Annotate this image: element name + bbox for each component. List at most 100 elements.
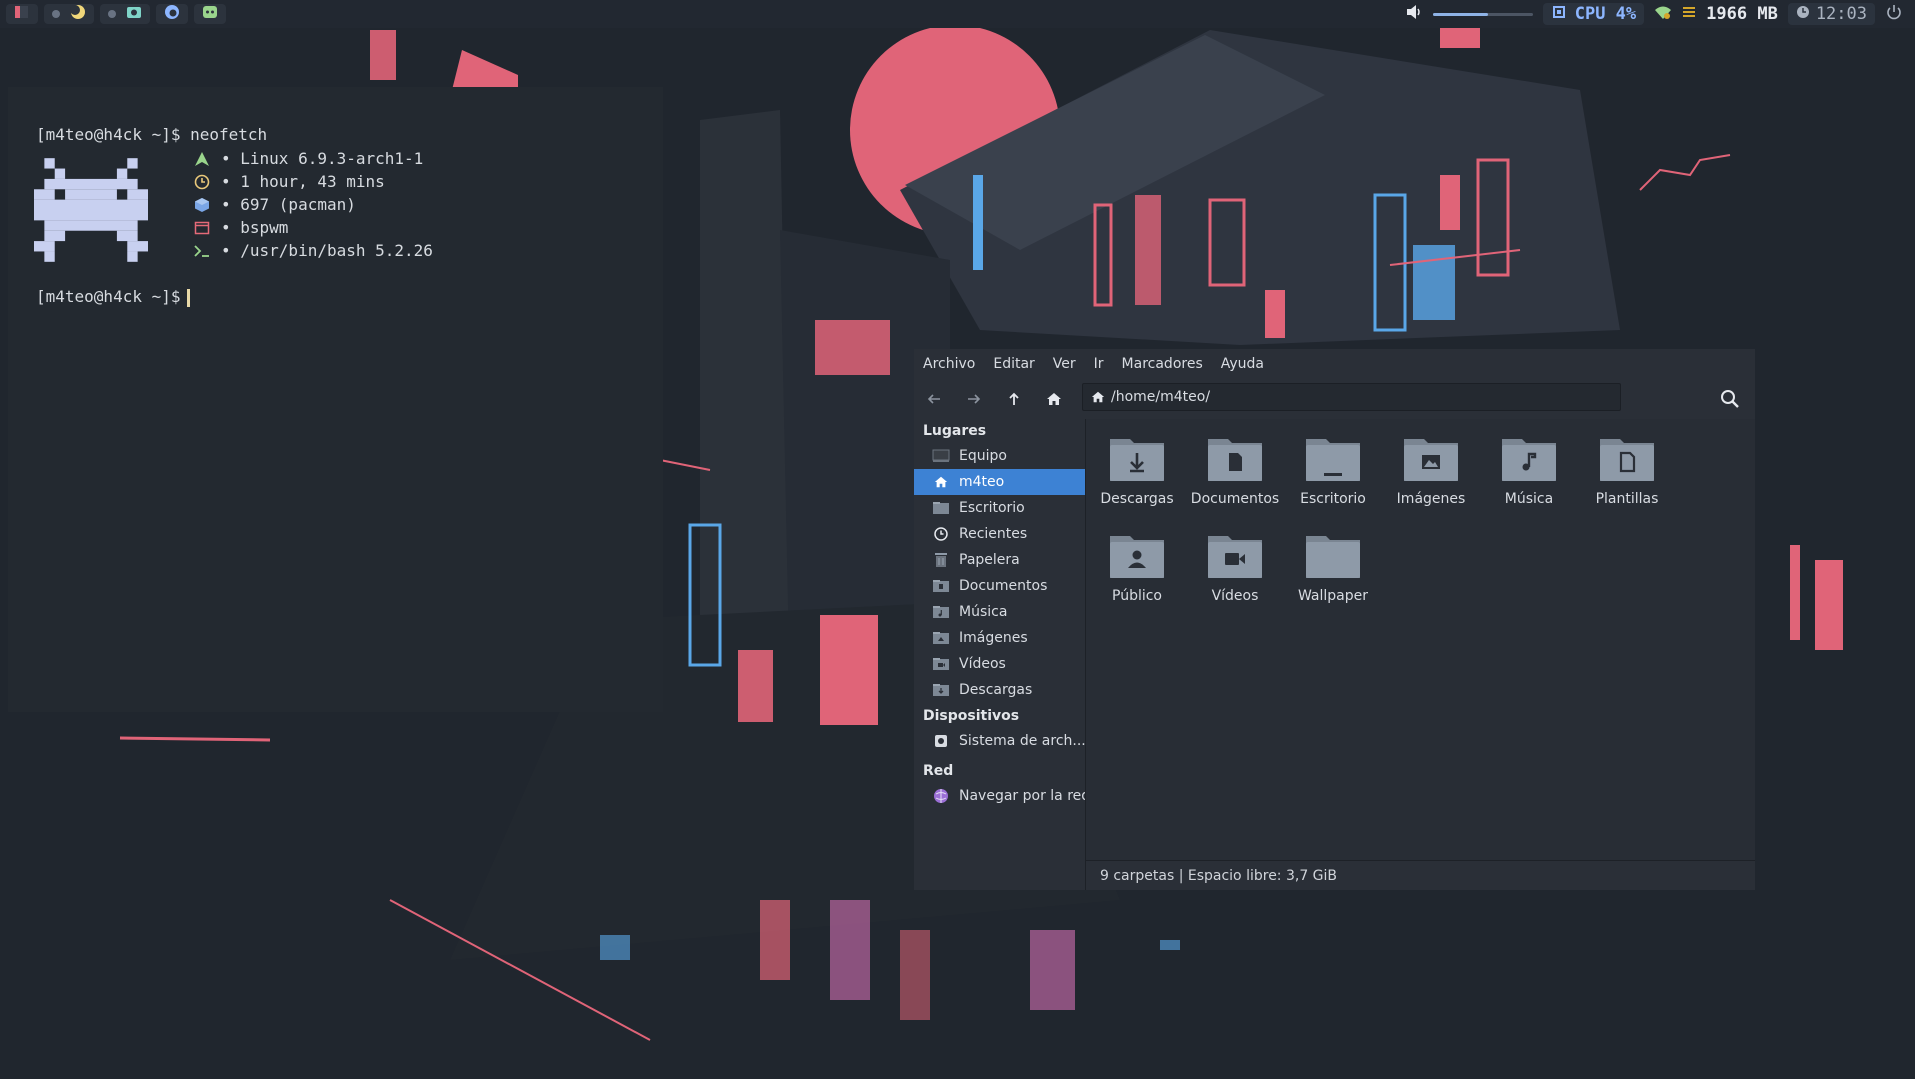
back-button[interactable] — [914, 383, 954, 415]
location-bar[interactable]: /home/m4teo/ — [1082, 383, 1621, 411]
folder-escritorio[interactable]: Escritorio — [1284, 431, 1382, 521]
workspace-group-5[interactable] — [194, 4, 226, 24]
sidebar-item-imagenes[interactable]: Imágenes — [914, 625, 1085, 651]
moon-icon[interactable] — [70, 4, 86, 25]
recent-icon — [932, 526, 950, 542]
sidebar-item-label: Música — [959, 604, 1008, 620]
sidebar-item-musica[interactable]: Música — [914, 599, 1085, 625]
discord-icon[interactable] — [202, 4, 218, 25]
home-button[interactable] — [1034, 383, 1074, 415]
home-icon — [1091, 391, 1105, 403]
desktop-folder-icon — [932, 500, 950, 516]
menu-ir[interactable]: Ir — [1085, 349, 1113, 379]
folder-wallpaper[interactable]: Wallpaper — [1284, 528, 1382, 618]
terminal-prompt-line: [m4teo@h4ck ~]$ neofetch — [36, 125, 268, 144]
volume-slider[interactable] — [1432, 12, 1533, 16]
cpu-indicator: CPU 4% — [1542, 3, 1645, 25]
menu-archivo[interactable]: Archivo — [914, 349, 984, 379]
terminal-prompt-text: [m4teo@h4ck ~]$ — [36, 287, 181, 306]
status-area: CPU 4% 1966 MB 12:03 — [1405, 0, 1915, 28]
memory-usage: 1966 MB — [1706, 4, 1778, 24]
menu-ayuda[interactable]: Ayuda — [1212, 349, 1273, 379]
sidebar-item-descargas[interactable]: Descargas — [914, 677, 1085, 703]
menu-ver[interactable]: Ver — [1044, 349, 1085, 379]
folder-plantillas[interactable]: Plantillas — [1578, 431, 1676, 521]
folder-icon — [1306, 536, 1360, 578]
neofetch-shell-text: • /usr/bin/bash 5.2.26 — [221, 241, 433, 260]
volume-icon[interactable] — [1405, 3, 1423, 26]
sidebar-item-label: Vídeos — [959, 656, 1006, 672]
workspace-group-2[interactable] — [44, 4, 94, 24]
workspace-group-1[interactable] — [6, 4, 38, 24]
clock[interactable]: 12:03 — [1787, 3, 1875, 25]
package-icon — [193, 196, 211, 214]
neofetch-row-shell: • /usr/bin/bash 5.2.26 — [193, 241, 433, 260]
location-path: /home/m4teo/ — [1111, 389, 1211, 405]
power-icon[interactable] — [1885, 3, 1903, 26]
arrow-up-icon — [1009, 392, 1019, 405]
cpu-usage: CPU 4% — [1574, 4, 1637, 24]
neofetch-os-text: • Linux 6.9.3-arch1-1 — [221, 149, 424, 168]
forward-button[interactable] — [954, 383, 994, 415]
folder-musica[interactable]: Música — [1480, 431, 1578, 521]
pictures-folder-icon — [932, 630, 950, 646]
downloads-folder-icon — [1110, 439, 1164, 481]
terminal-prompt-icon — [193, 242, 211, 260]
file-grid: Descargas Documentos Escritorio Imágenes… — [1086, 419, 1755, 860]
folder-imagenes[interactable]: Imágenes — [1382, 431, 1480, 521]
folder-label: Plantillas — [1595, 491, 1659, 507]
arch-workspace-icon[interactable] — [14, 4, 30, 25]
sidebar-heading-network: Red — [923, 763, 954, 779]
workspace-group-3[interactable] — [100, 4, 150, 24]
folder-documentos[interactable]: Documentos — [1186, 431, 1284, 521]
home-icon — [932, 474, 950, 490]
sidebar-heading-places: Lugares — [923, 423, 987, 439]
sidebar-item-browse-network[interactable]: Navegar por la red — [914, 783, 1085, 809]
folder-publico[interactable]: Público — [1088, 528, 1186, 618]
workspace-group-4[interactable] — [156, 4, 188, 24]
sidebar-item-papelera[interactable]: Papelera — [914, 547, 1085, 573]
menu-editar[interactable]: Editar — [984, 349, 1043, 379]
folder-videos[interactable]: Vídeos — [1186, 528, 1284, 618]
folder-descargas[interactable]: Descargas — [1088, 431, 1186, 521]
search-button[interactable] — [1714, 383, 1746, 415]
space-invader-logo — [34, 158, 148, 262]
sidebar-item-equipo[interactable]: Equipo — [914, 443, 1085, 469]
sidebar-item-system-drive[interactable]: Sistema de arch... — [914, 728, 1085, 754]
up-button[interactable] — [994, 383, 1034, 415]
file-manager-window: Archivo Editar Ver Ir Marcadores Ayuda /… — [914, 349, 1755, 890]
sidebar-item-label: Sistema de arch... — [959, 733, 1085, 749]
wifi-icon[interactable] — [1654, 4, 1672, 25]
status-text: 9 carpetas | Espacio libre: 3,7 GiB — [1100, 867, 1338, 884]
top-bar: CPU 4% 1966 MB 12:03 — [0, 0, 1915, 28]
firefox-icon[interactable] — [164, 4, 180, 25]
sidebar-item-recientes[interactable]: Recientes — [914, 521, 1085, 547]
sidebar-item-m4teo[interactable]: m4teo — [914, 469, 1085, 495]
window-icon — [193, 219, 211, 237]
sidebar-item-documentos[interactable]: Documentos — [914, 573, 1085, 599]
clock-icon — [193, 173, 211, 191]
status-bar: 9 carpetas | Espacio libre: 3,7 GiB — [1086, 860, 1755, 890]
volume-slider-fill — [1432, 12, 1488, 16]
terminal-window[interactable]: [m4teo@h4ck ~]$ neofetch • Linux 6.9.3-a… — [8, 87, 663, 712]
sidebar-item-videos[interactable]: Vídeos — [914, 651, 1085, 677]
sidebar-item-label: Imágenes — [959, 630, 1028, 646]
workspace-dot-icon[interactable] — [108, 10, 116, 18]
folder-label: Documentos — [1190, 491, 1280, 507]
camera-icon[interactable] — [126, 4, 142, 25]
public-folder-icon — [1110, 536, 1164, 578]
workspace-dot-icon[interactable] — [52, 10, 60, 18]
folder-label: Wallpaper — [1297, 588, 1369, 604]
menu-marcadores[interactable]: Marcadores — [1113, 349, 1212, 379]
home-icon — [1047, 393, 1061, 405]
music-folder-icon — [1502, 439, 1556, 481]
terminal-cursor — [186, 288, 190, 307]
sidebar-item-label: Equipo — [959, 448, 1007, 464]
places-sidebar: Lugares Equipo m4teo Escritorio Reciente… — [914, 419, 1086, 890]
videos-folder-icon — [932, 656, 950, 672]
folder-label: Descargas — [1100, 491, 1174, 507]
terminal-prompt-current[interactable]: [m4teo@h4ck ~]$ — [36, 287, 190, 307]
memory-icon — [1682, 4, 1696, 24]
arch-logo-icon — [193, 150, 211, 168]
sidebar-item-escritorio[interactable]: Escritorio — [914, 495, 1085, 521]
